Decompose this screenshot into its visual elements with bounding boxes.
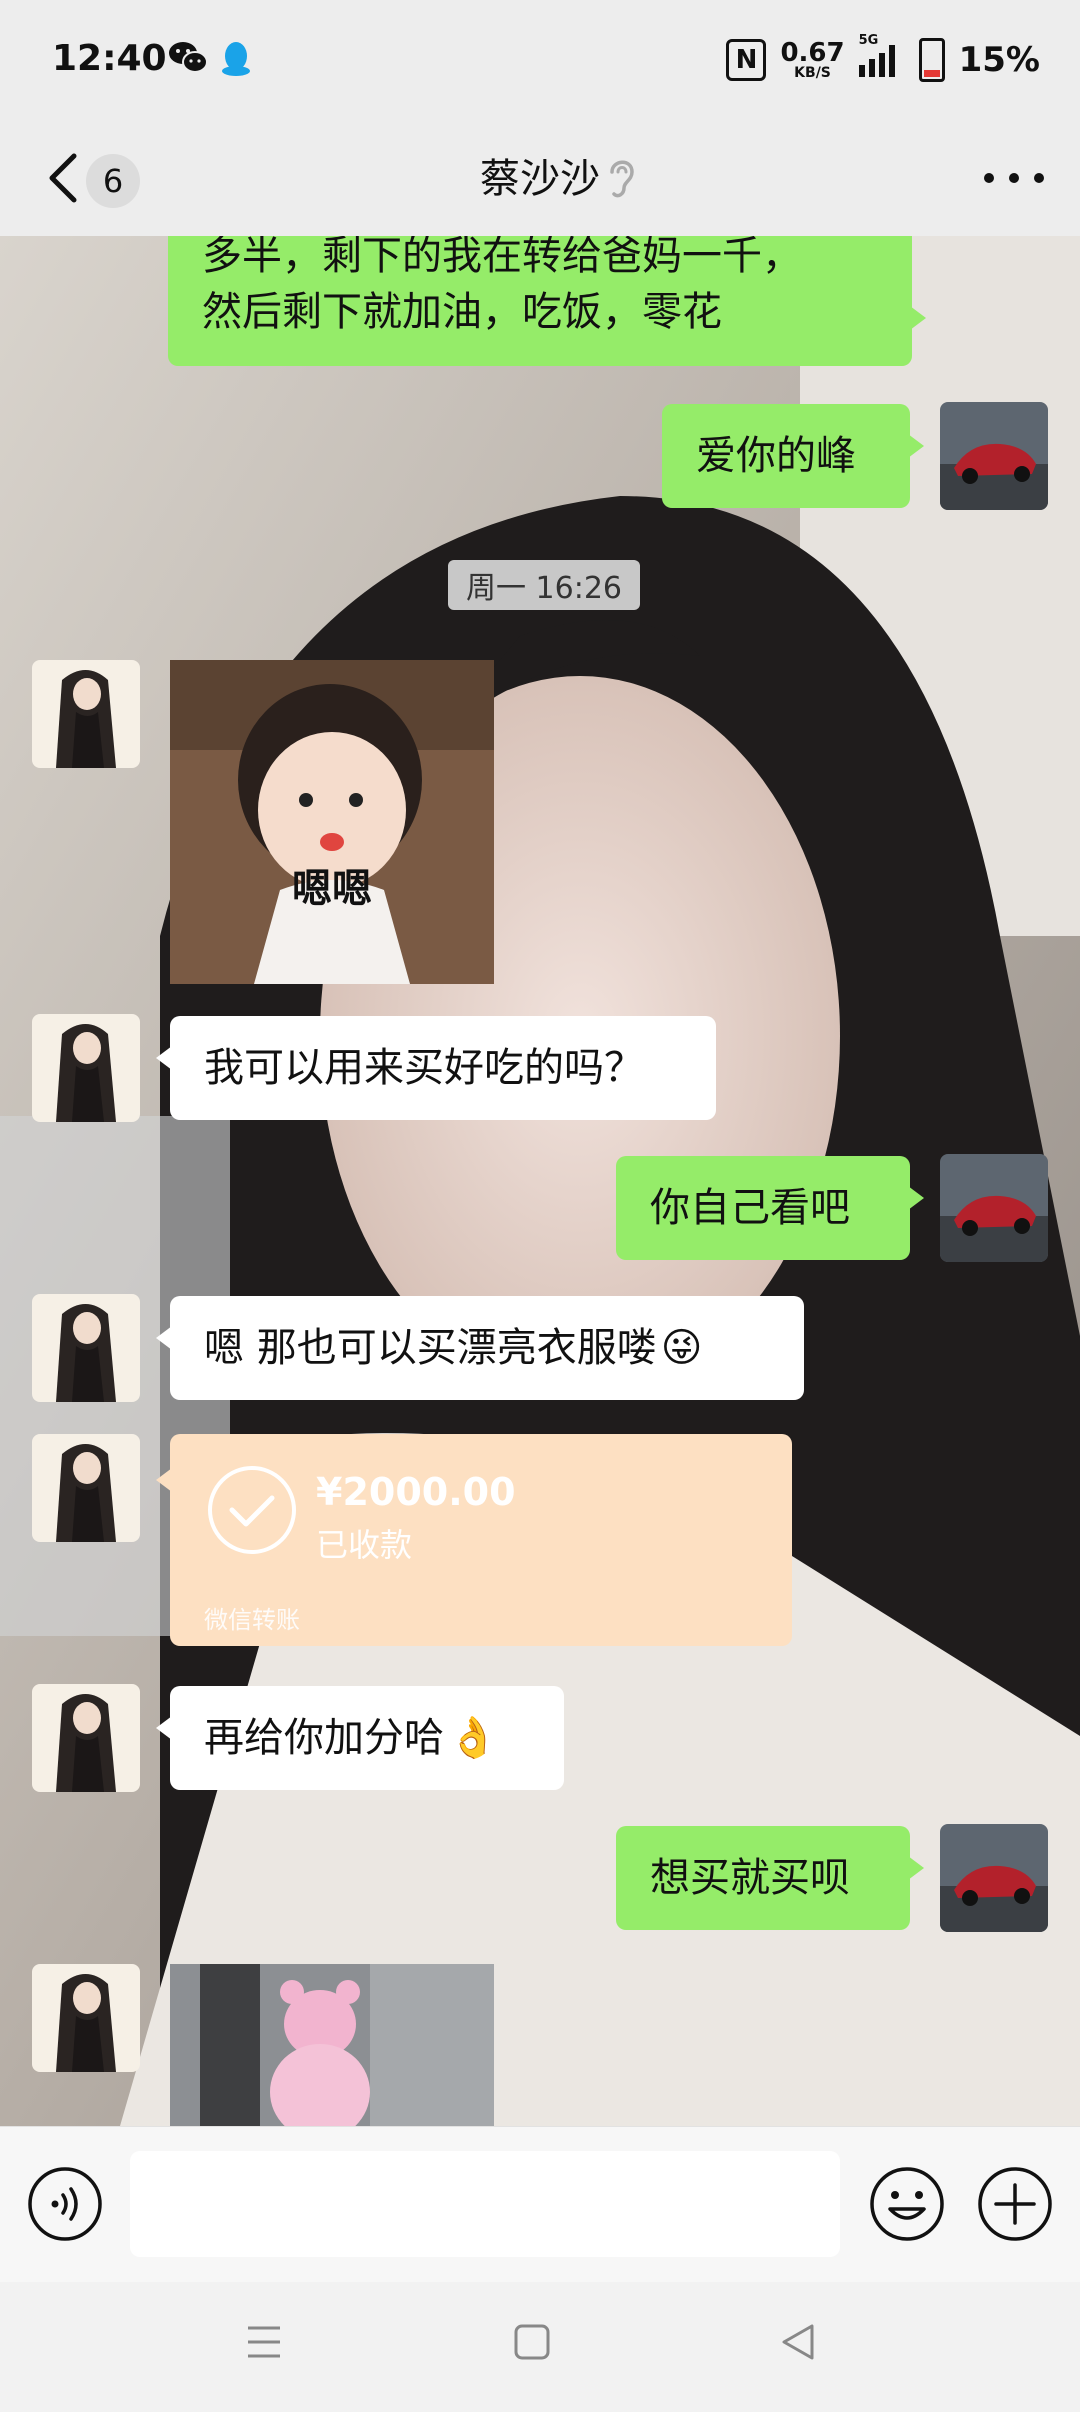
contact-name: 蔡沙沙 <box>480 156 600 202</box>
message-text: 多半，剩下的我在转给爸妈一千， <box>202 236 802 279</box>
signal-icon: 5G <box>858 33 905 77</box>
transfer-status: 已收款 <box>316 1526 413 1564</box>
ok-hand-emoji-icon: 👌 <box>448 1715 498 1761</box>
message-text: 想买就买呗 <box>650 1855 850 1901</box>
transfer-footer: 微信转账 <box>204 1606 300 1634</box>
status-time: 12:40 <box>52 38 167 79</box>
message-text: 你自己看吧 <box>650 1185 850 1231</box>
nfc-icon: N <box>726 39 767 81</box>
chat-background-photo <box>0 236 1080 2126</box>
message-text: 我可以用来买好吃的吗？ <box>204 1045 644 1091</box>
message-bubble-outgoing[interactable]: 多半，剩下的我在转给爸妈一千， 然后剩下就加油，吃饭，零花 <box>168 236 926 366</box>
network-speed: 0.67 KB/S <box>780 38 845 81</box>
chat-header: 6 蔡沙沙 <box>0 124 1080 236</box>
message-text: 再给你加分哈 <box>204 1715 444 1761</box>
message-text: 然后剩下就加油，吃饭，零花 <box>202 289 722 335</box>
voice-icon[interactable] <box>26 2165 104 2243</box>
my-avatar[interactable] <box>940 1824 1048 1932</box>
contact-avatar[interactable] <box>32 1294 140 1402</box>
transfer-card[interactable]: ¥2000.00 已收款 微信转账 <box>156 1434 792 1646</box>
input-bar <box>0 2126 1080 2283</box>
my-avatar[interactable] <box>940 402 1048 510</box>
message-bubble-outgoing[interactable]: 想买就买呗 <box>616 1826 924 1930</box>
contact-avatar[interactable] <box>32 1684 140 1792</box>
message-text: 爱你的峰 <box>696 433 856 479</box>
menu-nav-icon[interactable] <box>244 2322 284 2362</box>
battery-percent: 15% <box>958 40 1040 80</box>
message-bubble-incoming[interactable]: 我可以用来买好吃的吗？ <box>156 1016 716 1120</box>
message-bubble-incoming[interactable]: 嗯 那也可以买漂亮衣服喽 😜 <box>156 1296 804 1400</box>
chat-area[interactable]: 多半，剩下的我在转给爸妈一千， 然后剩下就加油，吃饭，零花 爱你的峰 周一 16… <box>0 236 1080 2126</box>
emoji-icon[interactable] <box>868 2165 946 2243</box>
contact-avatar[interactable] <box>32 1964 140 2072</box>
back-nav-icon[interactable] <box>778 2322 818 2362</box>
message-text: 嗯 那也可以买漂亮衣服喽 <box>204 1325 657 1371</box>
sticker-caption: 嗯嗯 <box>292 866 372 912</box>
sticker-image[interactable] <box>170 1964 494 2126</box>
contact-avatar[interactable] <box>32 660 140 768</box>
ear-icon <box>610 160 634 198</box>
battery-icon <box>918 38 945 82</box>
system-nav-bar <box>0 2282 1080 2412</box>
wink-emoji-icon: 😜 <box>660 1325 703 1371</box>
pink-bear-sticker <box>170 1964 494 2126</box>
more-options-button[interactable] <box>984 158 1044 198</box>
message-timestamp: 周一 16:26 <box>448 560 640 610</box>
my-avatar[interactable] <box>940 1154 1048 1262</box>
status-indicators: N 0.67 KB/S 5G 15% <box>726 33 1040 86</box>
qq-icon <box>222 42 250 76</box>
message-bubble-incoming[interactable]: 再给你加分哈 👌 <box>156 1686 564 1790</box>
check-circle-icon <box>208 1466 296 1554</box>
wechat-icon <box>169 42 208 73</box>
status-bar: 12:40 N 0.67 KB/S 5G 15% <box>0 0 1080 124</box>
message-bubble-outgoing[interactable]: 爱你的峰 <box>662 404 924 508</box>
contact-avatar[interactable] <box>32 1434 140 1542</box>
home-nav-icon[interactable] <box>512 2322 552 2362</box>
message-input[interactable] <box>130 2151 840 2257</box>
sticker-photo <box>170 660 494 984</box>
plus-icon[interactable] <box>976 2165 1054 2243</box>
transfer-amount: ¥2000.00 <box>316 1470 516 1514</box>
message-bubble-outgoing[interactable]: 你自己看吧 <box>616 1156 924 1260</box>
contact-avatar[interactable] <box>32 1014 140 1122</box>
sticker-image[interactable]: 嗯嗯 <box>170 660 494 984</box>
